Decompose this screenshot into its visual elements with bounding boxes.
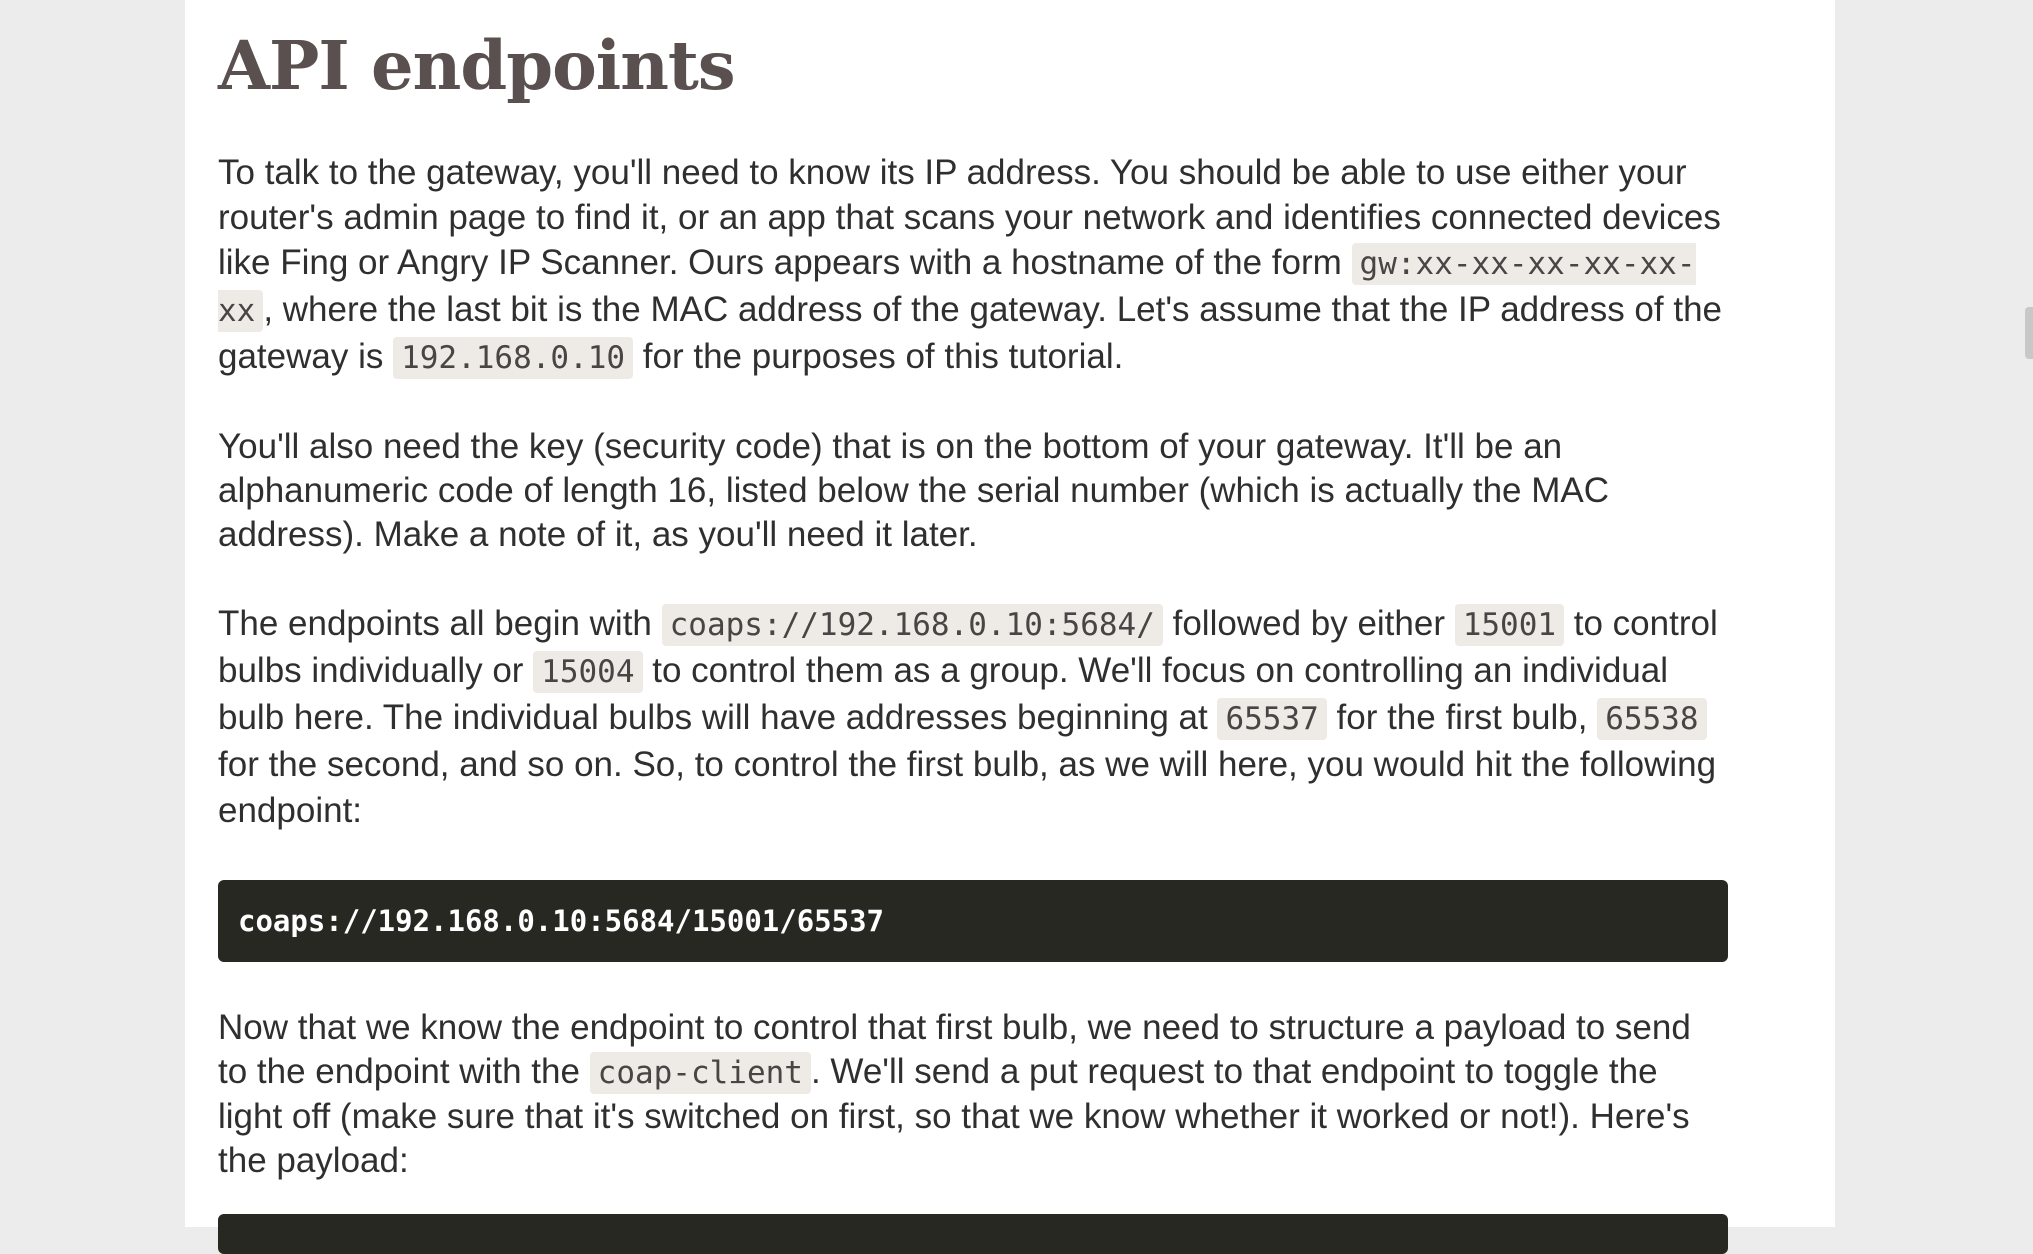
paragraph-gateway-ip: To talk to the gateway, you'll need to k… <box>218 150 1728 381</box>
inline-code-15004: 15004 <box>533 651 643 693</box>
paragraph-text: for the first bulb, <box>1326 698 1598 737</box>
paragraph-payload: Now that we know the endpoint to control… <box>218 1006 1728 1183</box>
article-page: API endpoints To talk to the gateway, yo… <box>185 0 1835 1227</box>
inline-code-coap-client: coap-client <box>589 1052 811 1094</box>
paragraph-text: for the purposes of this tutorial. <box>633 337 1124 376</box>
code-block-payload <box>218 1214 1728 1254</box>
inline-code-65538: 65538 <box>1597 698 1707 740</box>
inline-code-65537: 65537 <box>1217 698 1327 740</box>
code-block-text: coaps://192.168.0.10:5684/15001/65537 <box>238 904 885 938</box>
paragraph-endpoints: The endpoints all begin with coaps://192… <box>218 601 1728 834</box>
code-block-endpoint: coaps://192.168.0.10:5684/15001/65537 <box>218 880 1728 962</box>
section-heading: API endpoints <box>218 26 736 105</box>
inline-code-ip-address: 192.168.0.10 <box>393 337 634 379</box>
paragraph-text: for the second, and so on. So, to contro… <box>218 745 1717 830</box>
paragraph-text: The endpoints all begin with <box>218 604 662 643</box>
paragraph-text: followed by either <box>1162 604 1455 643</box>
article-content: API endpoints To talk to the gateway, yo… <box>218 0 1728 1183</box>
paragraph-security-key: You'll also need the key (security code)… <box>218 427 1609 554</box>
scrollbar-thumb[interactable] <box>2025 307 2033 359</box>
inline-code-base-url: coaps://192.168.0.10:5684/ <box>661 604 1163 646</box>
inline-code-15001: 15001 <box>1454 604 1565 646</box>
